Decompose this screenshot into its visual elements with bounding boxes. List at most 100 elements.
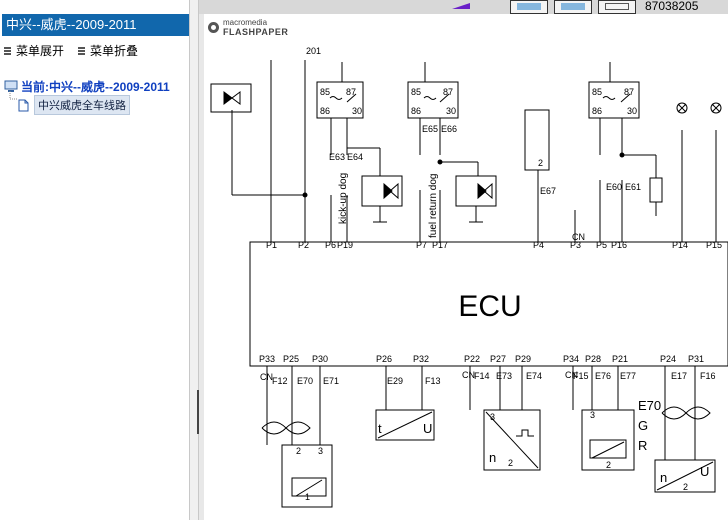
pin-p19: P19: [337, 240, 353, 250]
document-icon: [18, 99, 29, 111]
conn-e74: E74: [526, 371, 542, 381]
expand-menu-button[interactable]: 菜单展开: [4, 42, 64, 59]
sensor5-u: U: [700, 464, 709, 479]
label-r: R: [638, 438, 647, 453]
pin-p4: P4: [533, 240, 544, 250]
pin-p14: P14: [672, 240, 688, 250]
conn-e17: E17: [671, 371, 687, 381]
toolbar-button-3[interactable]: [598, 0, 636, 14]
conn-e64: E64: [347, 152, 363, 162]
collapse-menu-label: 菜单折叠: [90, 44, 139, 58]
label-g: G: [638, 418, 648, 433]
relay2-87: 87: [443, 87, 453, 97]
conn-e63: E63: [329, 152, 345, 162]
fuel-return-valve: [455, 175, 497, 207]
pin-p29: P29: [515, 354, 531, 364]
label-e: E70: [638, 398, 661, 413]
pin-p25: P25: [283, 354, 299, 364]
conn-e73: E73: [496, 371, 512, 381]
sensor2-u: U: [423, 421, 432, 436]
coil-box: [524, 109, 550, 171]
conn-e70: E70: [297, 376, 313, 386]
pin-p16: P16: [611, 240, 627, 250]
pin-p5: P5: [596, 240, 607, 250]
sensor3-pin3: 3: [490, 412, 495, 422]
coil-pin2: 2: [538, 158, 543, 168]
pin-p30: P30: [312, 354, 328, 364]
conn-e29: E29: [387, 376, 403, 386]
cn-bottom-label-1: CN: [260, 372, 273, 382]
toolbar-button-1[interactable]: [510, 0, 548, 14]
kickdown-valve: [361, 175, 403, 207]
sensor3-n: n: [489, 450, 496, 465]
cn-top-label: CN: [572, 232, 585, 242]
pin-p27: P27: [490, 354, 506, 364]
relay1-87: 87: [346, 87, 356, 97]
resistor: [649, 177, 663, 203]
tree-item-wiring[interactable]: 中兴威虎全车线路: [18, 95, 130, 115]
relay1-85: 85: [320, 87, 330, 97]
relay2-85: 85: [411, 87, 421, 97]
conn-f13: F13: [425, 376, 441, 386]
panel-title: 中兴--威虎--2009-2011: [2, 14, 196, 36]
tree-item-label: 中兴威虎全车线路: [34, 95, 130, 115]
fuel-return-text: fuel return dog: [428, 174, 439, 239]
tree-root[interactable]: 当前:中兴--威虎--2009-2011: [4, 78, 170, 95]
conn-e61: E61: [625, 182, 641, 192]
relay3-30: 30: [627, 106, 637, 116]
sensor1-pin3: 3: [318, 446, 323, 456]
sensor4-pin2: 2: [606, 460, 611, 470]
relay3-86: 86: [592, 106, 602, 116]
pin-p31: P31: [688, 354, 704, 364]
sensor1-pin1: 1: [305, 492, 310, 502]
sensor5-n: n: [660, 470, 667, 485]
conn-e77: E77: [620, 371, 636, 381]
conn-e67: E67: [540, 186, 556, 196]
conn-e76: E76: [595, 371, 611, 381]
conn-f14: F14: [474, 371, 490, 381]
sensor1-pin2: 2: [296, 446, 301, 456]
phone-number: 87038205: [645, 0, 699, 13]
pin-p33: P33: [259, 354, 275, 364]
pin-p28: P28: [585, 354, 601, 364]
pin-p24: P24: [660, 354, 676, 364]
conn-e71: E71: [323, 376, 339, 386]
navigation-panel: 中兴--威虎--2009-2011 菜单展开 菜单折叠 当前:中兴--威虎--2…: [0, 0, 198, 520]
pin-p21: P21: [612, 354, 628, 364]
relay1-30: 30: [352, 106, 362, 116]
pin-p34: P34: [563, 354, 579, 364]
pin-p22: P22: [464, 354, 480, 364]
kickdown-text: kick-up dog: [338, 173, 349, 224]
relay2-30: 30: [446, 106, 456, 116]
bottom-pin-labels: P33 P25 P30 P26 P32 P22 P27 P29 P34 P28 …: [259, 354, 704, 364]
pin-p15: P15: [706, 240, 722, 250]
wiring-diagram: ECU P1 P2 P6 P19 P7 P17 P4 P3 P5 P16 P14…: [210, 46, 728, 508]
pin-p32: P32: [413, 354, 429, 364]
sensor5-pin2: 2: [683, 482, 688, 492]
app-window: 中兴--威虎--2009-2011 菜单展开 菜单折叠 当前:中兴--威虎--2…: [0, 0, 728, 520]
cn-bottom-label-3: CN: [565, 370, 578, 380]
toolbar-button-2[interactable]: [554, 0, 592, 14]
relay1-86: 86: [320, 106, 330, 116]
wire-201-label: 201: [306, 46, 321, 56]
pin-p17: P17: [432, 240, 448, 250]
collapse-menu-button[interactable]: 菜单折叠: [78, 42, 138, 59]
conn-f16: F16: [700, 371, 716, 381]
arrow-icon[interactable]: [452, 0, 472, 10]
sensor3-pin2: 2: [508, 458, 513, 468]
cn-bottom-label-2: CN: [462, 370, 475, 380]
relay3-85: 85: [592, 87, 602, 97]
sensor4-pin3: 3: [590, 410, 595, 420]
pin-p6: P6: [325, 240, 336, 250]
panel-splitter[interactable]: [189, 0, 199, 520]
tree-root-label: 当前:中兴--威虎--2009-2011: [21, 80, 170, 94]
conn-e66: E66: [441, 124, 457, 134]
expand-menu-label: 菜单展开: [16, 44, 65, 58]
collapse-icon: [78, 46, 85, 55]
relay2-86: 86: [411, 106, 421, 116]
pin-p26: P26: [376, 354, 392, 364]
sensor2-t: t: [378, 421, 382, 436]
ecu-label: ECU: [458, 290, 521, 323]
pin-p7: P7: [416, 240, 427, 250]
expand-icon: [4, 46, 11, 55]
